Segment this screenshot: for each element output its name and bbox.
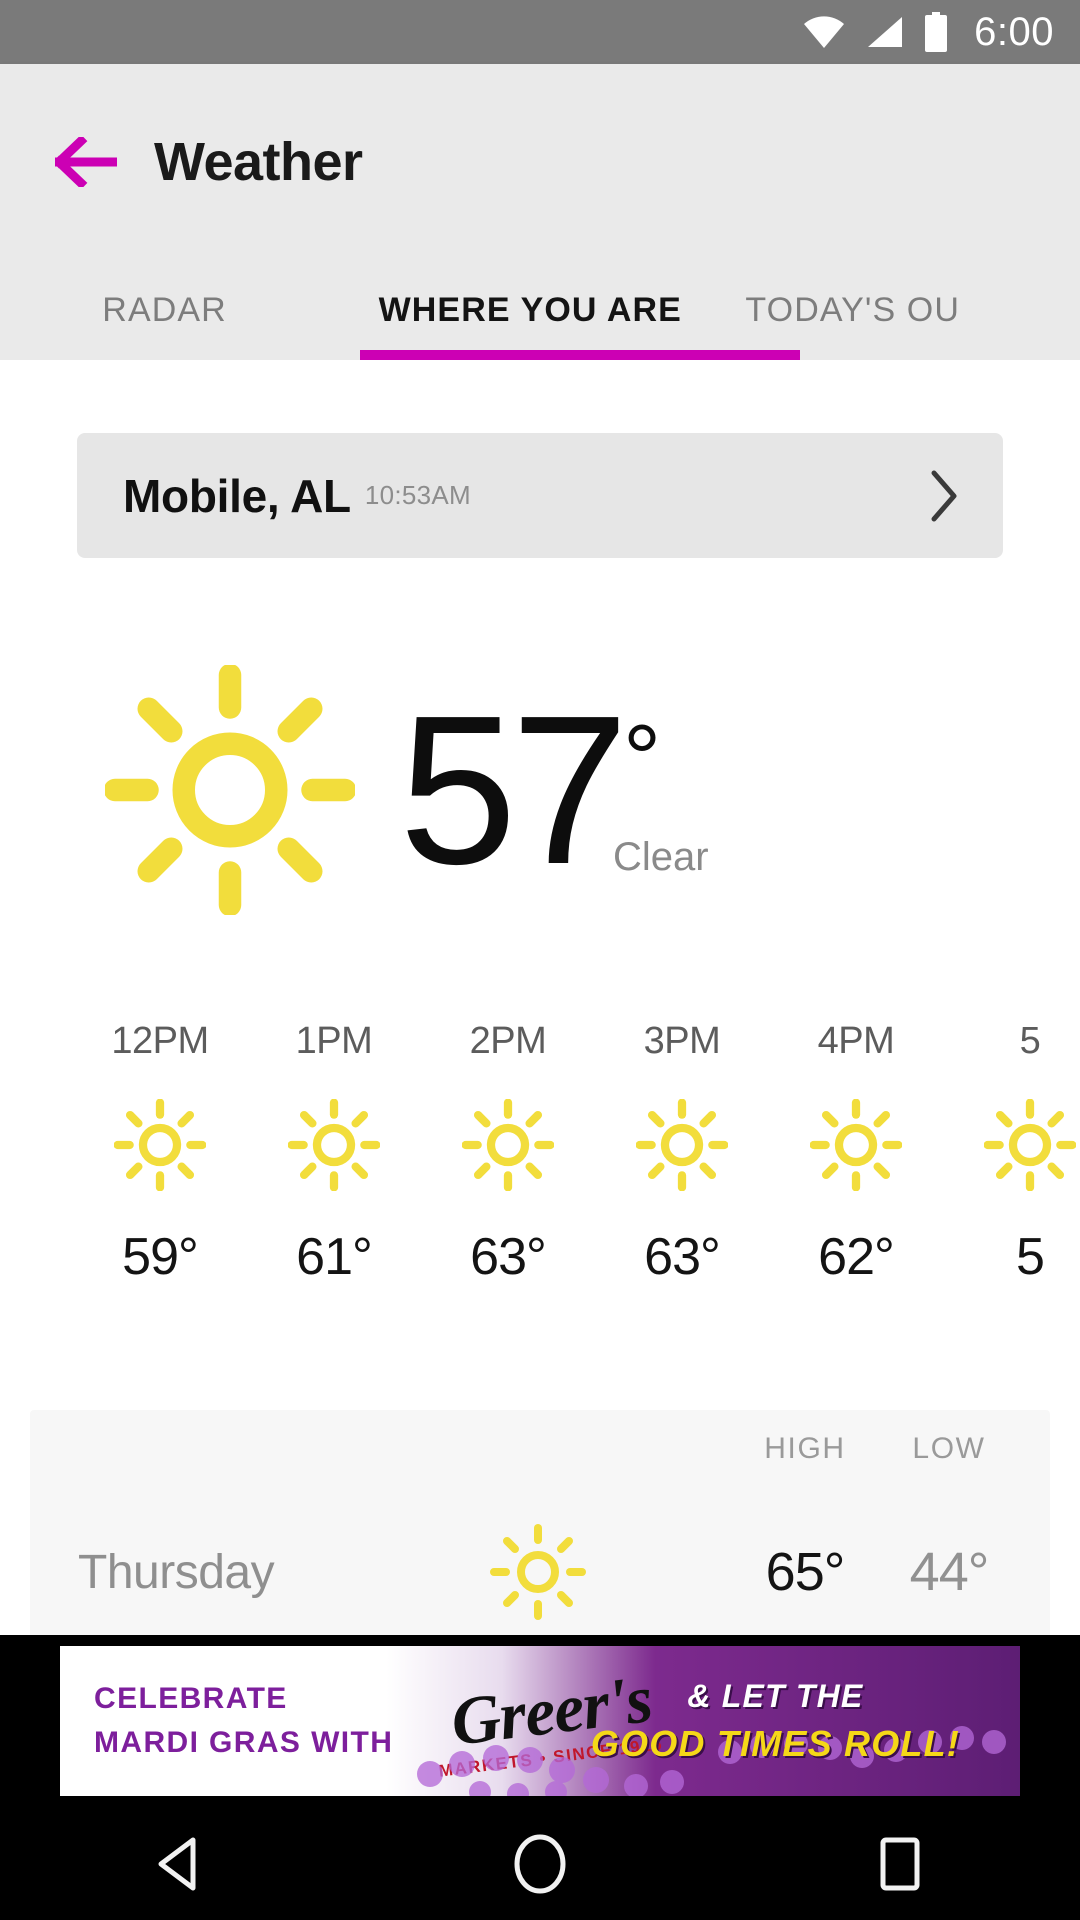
daily-forecast-card: HIGH LOW Thursday 65° 44° — [30, 1410, 1050, 1640]
hourly-temperature: 61° — [296, 1228, 373, 1286]
current-weather-sun-icon — [105, 665, 355, 915]
sun-icon — [984, 1097, 1076, 1193]
sun-icon — [462, 1097, 554, 1193]
hourly-temperature: 63° — [644, 1228, 721, 1286]
hourly-temperature: 63° — [470, 1228, 547, 1286]
current-temperature: 57 — [399, 670, 629, 908]
hourly-time: 2PM — [469, 1020, 547, 1062]
hourly-item: 2PM 63° — [421, 1020, 595, 1310]
app-bar: Weather RADAR WHERE YOU ARE TODAY'S OU — [0, 64, 1080, 360]
phone-screen: 6:00 Weather RADAR WHERE YOU ARE TODAY'S… — [0, 0, 1080, 1920]
tab-todays-outlook[interactable]: TODAY'S OU — [731, 260, 1080, 360]
ad-left-text: CELEBRATE MARDI GRAS WITH — [94, 1646, 393, 1796]
current-temperature-block: 57 ° Clear — [399, 670, 709, 908]
sun-icon — [288, 1097, 380, 1193]
content-area: Mobile, AL 10:53AM 57 ° Clear 12PM 59° 1… — [0, 360, 1080, 1640]
location-name: Mobile, AL — [123, 469, 351, 522]
daily-row[interactable]: Thursday 65° 44° — [30, 1504, 1050, 1640]
android-navigation-bar — [0, 1807, 1080, 1920]
ad-line-2: MARDI GRAS WITH — [94, 1726, 394, 1759]
hourly-temperature: 62° — [818, 1228, 895, 1286]
app-bar-top: Weather — [0, 64, 1080, 260]
nav-home-button[interactable] — [480, 1807, 600, 1920]
location-time: 10:53AM — [364, 480, 472, 510]
ad-right-line-2: GOOD TIMES ROLL! — [590, 1722, 960, 1764]
hourly-temperature: 5 — [1016, 1228, 1045, 1286]
hourly-item: 4PM 62° — [769, 1020, 943, 1310]
hourly-time: 12PM — [111, 1020, 209, 1062]
hourly-item: 3PM 63° — [595, 1020, 769, 1310]
hourly-time: 1PM — [295, 1020, 373, 1062]
hourly-item: 12PM 59° — [73, 1020, 247, 1310]
chevron-right-icon — [929, 470, 959, 522]
ad-banner-container: CELEBRATE MARDI GRAS WITH Greer's MARKET… — [0, 1635, 1080, 1807]
page-title: Weather — [154, 132, 363, 192]
ad-right-line-1: & LET THE — [687, 1677, 864, 1714]
daily-high: 65° — [765, 1542, 846, 1602]
hourly-forecast-list[interactable]: 12PM 59° 1PM 61° 2PM 63° 3PM 63° 4PM 62°… — [0, 1020, 1080, 1310]
status-bar-clock: 6:00 — [974, 10, 1054, 54]
tab-where-you-are[interactable]: WHERE YOU ARE — [329, 260, 731, 360]
circle-home-icon — [514, 1834, 566, 1893]
current-conditions: 57 ° Clear — [0, 650, 1080, 930]
triangle-back-icon — [158, 1837, 196, 1890]
hourly-temperature: 59° — [122, 1228, 199, 1286]
back-button[interactable] — [28, 104, 144, 220]
current-condition-label: Clear — [613, 834, 709, 879]
hourly-time: 3PM — [643, 1020, 721, 1062]
sun-icon — [636, 1097, 728, 1193]
daily-temperatures: 65° 44° — [750, 1541, 1004, 1603]
battery-icon — [922, 12, 950, 52]
ad-banner[interactable]: CELEBRATE MARDI GRAS WITH Greer's MARKET… — [60, 1646, 1020, 1796]
arrow-left-icon — [55, 137, 117, 187]
tab-active-indicator — [360, 350, 800, 360]
tab-bar: RADAR WHERE YOU ARE TODAY'S OU — [0, 260, 1080, 360]
ad-right-text: & LET THE GOOD TIMES ROLL! — [591, 1646, 960, 1796]
high-label: HIGH — [764, 1432, 846, 1465]
hourly-time: 4PM — [817, 1020, 895, 1062]
daily-day-name: Thursday — [78, 1545, 275, 1599]
wifi-icon — [802, 15, 846, 49]
ad-line-1: CELEBRATE — [94, 1682, 288, 1715]
daily-column-headers: HIGH LOW — [750, 1432, 1004, 1466]
status-bar: 6:00 — [0, 0, 1080, 64]
low-label: LOW — [912, 1432, 986, 1465]
square-recents-icon — [880, 1837, 920, 1890]
hourly-item: 1PM 61° — [247, 1020, 421, 1310]
location-card[interactable]: Mobile, AL 10:53AM — [77, 433, 1003, 558]
tab-radar[interactable]: RADAR — [0, 260, 329, 360]
hourly-time: 5 — [1019, 1020, 1041, 1062]
daily-low: 44° — [909, 1542, 990, 1602]
sun-icon — [810, 1097, 902, 1193]
sun-icon — [488, 1522, 588, 1622]
cellular-signal-icon — [864, 15, 904, 49]
sun-icon — [114, 1097, 206, 1193]
nav-recents-button[interactable] — [840, 1807, 960, 1920]
hourly-item: 5 5 — [943, 1020, 1080, 1310]
current-degree-symbol: ° — [622, 704, 662, 812]
nav-back-button[interactable] — [120, 1807, 240, 1920]
